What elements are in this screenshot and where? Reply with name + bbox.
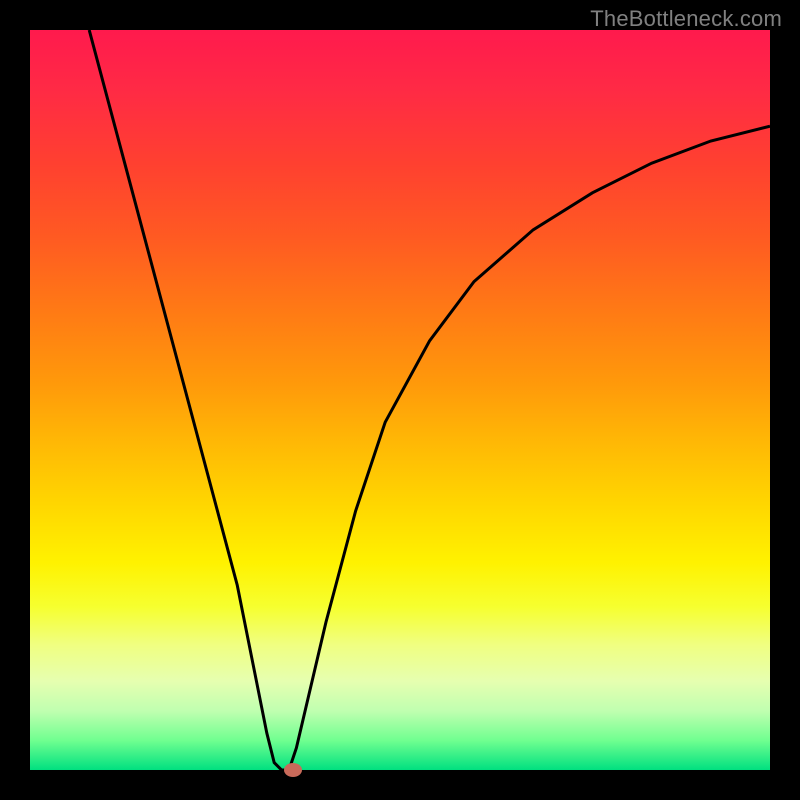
watermark-text: TheBottleneck.com: [590, 6, 782, 32]
bottleneck-curve: [89, 30, 770, 770]
plot-area: [30, 30, 770, 770]
chart-container: TheBottleneck.com: [0, 0, 800, 800]
curve-svg: [30, 30, 770, 770]
optimal-point-marker: [284, 763, 302, 777]
